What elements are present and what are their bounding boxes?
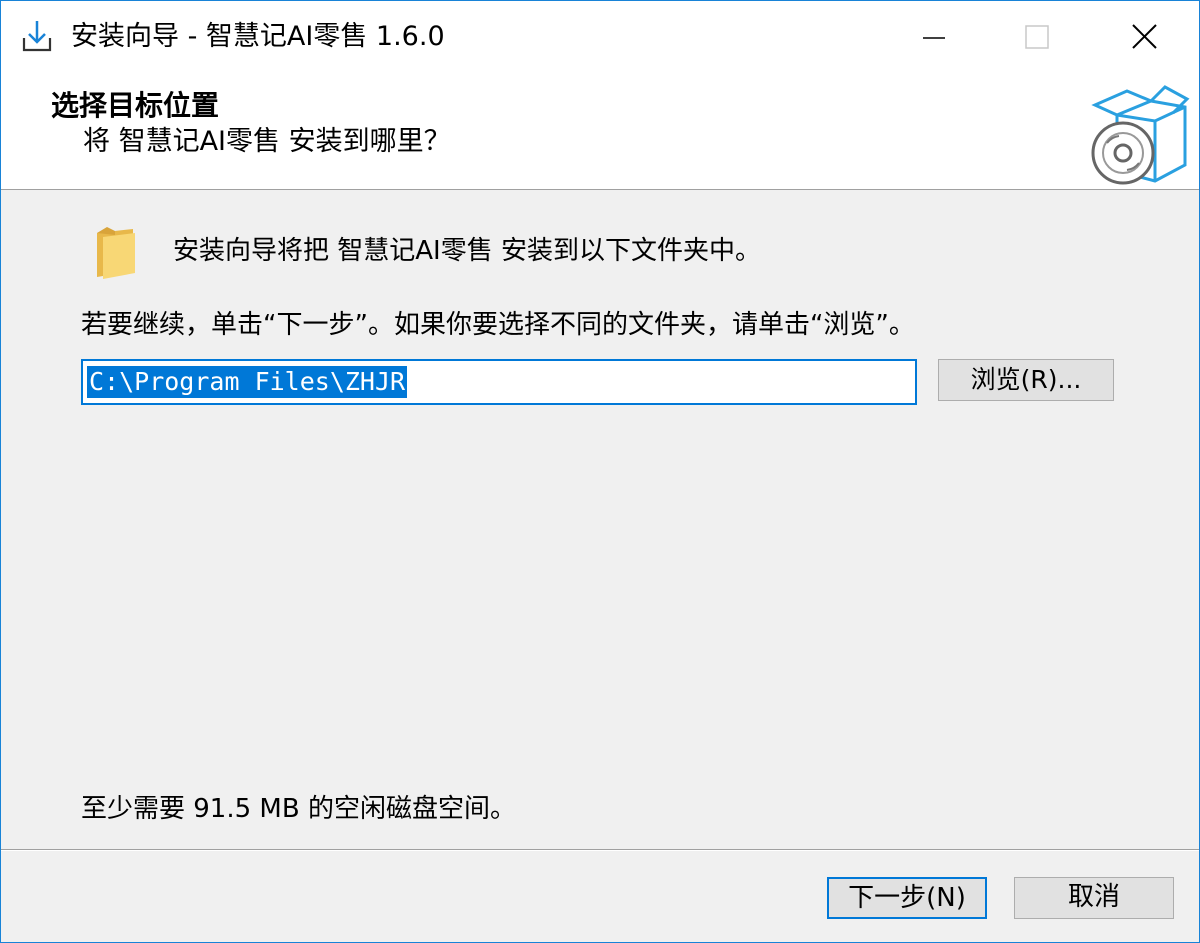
disk-space-text: 至少需要 91.5 MB 的空闲磁盘空间。 [81,794,516,824]
maximize-button[interactable] [993,1,1083,73]
install-path-input[interactable]: C:\Program Files\ZHJR [81,359,917,405]
page-subtitle: 将 智慧记AI零售 安装到哪里？ [83,126,451,157]
next-button[interactable]: 下一步(N) [827,877,987,919]
cancel-button[interactable]: 取消 [1014,877,1174,919]
title-bar[interactable]: 安装向导 - 智慧记AI零售 1.6.0 [1,1,1199,73]
maximize-icon [1025,25,1049,49]
minimize-icon [923,37,945,39]
install-path-value: C:\Program Files\ZHJR [87,366,408,398]
close-button[interactable] [1097,1,1187,73]
footer-divider [1,849,1199,851]
installer-window: 安装向导 - 智慧记AI零售 1.6.0 选择目标位置 将 智慧记AI零售 安装… [0,0,1200,943]
browse-button[interactable]: 浏览(R)... [938,359,1114,401]
intro-text: 安装向导将把 智慧记AI零售 安装到以下文件夹中。 [173,236,761,266]
package-disc-icon [1087,81,1191,185]
close-icon [1132,24,1157,49]
install-download-icon [21,19,53,53]
window-title: 安装向导 - 智慧记AI零售 1.6.0 [71,21,445,52]
instruction-text: 若要继续，单击“下一步”。如果你要选择不同的文件夹，请单击“浏览”。 [81,310,915,340]
folder-icon [93,223,137,281]
minimize-button[interactable] [889,1,979,73]
page-title: 选择目标位置 [51,89,220,122]
wizard-header: 选择目标位置 将 智慧记AI零售 安装到哪里？ [1,73,1199,190]
